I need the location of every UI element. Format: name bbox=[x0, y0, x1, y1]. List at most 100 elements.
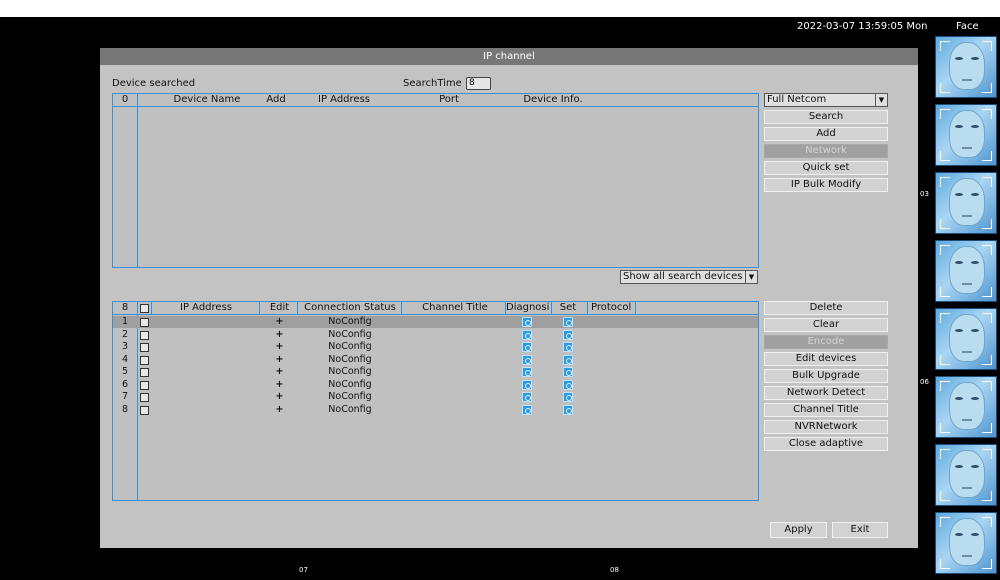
face-frame-corner bbox=[982, 109, 992, 119]
edit-plus-icon[interactable]: + bbox=[263, 341, 296, 353]
settings-icon[interactable] bbox=[563, 379, 573, 390]
table-row[interactable]: 5 + NoConfig bbox=[113, 366, 758, 378]
channel-clear-button[interactable]: Clear bbox=[764, 318, 888, 332]
search-network-button[interactable]: Network bbox=[764, 144, 888, 158]
face-mouth bbox=[962, 419, 972, 421]
face-mouth bbox=[962, 487, 972, 489]
settings-icon[interactable] bbox=[563, 329, 573, 340]
channel-delete-button[interactable]: Delete bbox=[764, 301, 888, 315]
diagnosis-icon[interactable] bbox=[522, 367, 532, 377]
settings-icon[interactable] bbox=[563, 392, 573, 402]
face-image bbox=[949, 518, 985, 566]
connection-status: NoConfig bbox=[328, 341, 372, 352]
settings-icon[interactable] bbox=[563, 404, 573, 415]
face-frame-corner bbox=[940, 151, 950, 161]
face-mouth bbox=[962, 147, 972, 149]
channel-table[interactable]: 8 IP Address Edit Connection Status Chan… bbox=[112, 301, 759, 501]
row-checkbox[interactable] bbox=[140, 380, 149, 390]
channel-number-label: 06 bbox=[920, 378, 929, 386]
search-time-input[interactable]: 8 bbox=[466, 77, 491, 90]
face-eye bbox=[971, 397, 979, 400]
row-checkbox[interactable] bbox=[140, 343, 149, 352]
protocol-select[interactable]: Full Netcom ▼ bbox=[764, 93, 888, 107]
row-checkbox[interactable] bbox=[140, 393, 149, 402]
table-row[interactable]: 7 + NoConfig bbox=[113, 391, 758, 403]
channel-number-label: 07 bbox=[299, 566, 308, 574]
settings-icon[interactable] bbox=[563, 367, 573, 377]
select-all-checkbox[interactable] bbox=[140, 304, 149, 313]
face-eye bbox=[955, 533, 963, 536]
edit-plus-icon[interactable]: + bbox=[263, 404, 296, 416]
face-thumbnail[interactable] bbox=[935, 172, 997, 234]
edit-plus-icon[interactable]: + bbox=[263, 329, 296, 341]
column-divider bbox=[297, 302, 298, 314]
channel-network-detect-button[interactable]: Network Detect bbox=[764, 386, 888, 400]
row-number: 3 bbox=[121, 341, 129, 352]
search-device-table[interactable]: 0 Device Name Add IP Address Port Device… bbox=[112, 93, 759, 268]
diagnosis-icon[interactable] bbox=[522, 354, 532, 365]
exit-button[interactable]: Exit bbox=[832, 522, 888, 538]
row-checkbox[interactable] bbox=[140, 368, 149, 377]
settings-icon[interactable] bbox=[563, 342, 573, 352]
channel-channel-title-button[interactable]: Channel Title bbox=[764, 403, 888, 417]
diagnosis-icon[interactable] bbox=[522, 404, 532, 415]
apply-button[interactable]: Apply bbox=[770, 522, 827, 538]
channel-close-adaptive-button[interactable]: Close adaptive bbox=[764, 437, 888, 451]
channel-encode-button[interactable]: Encode bbox=[764, 335, 888, 349]
row-checkbox[interactable] bbox=[140, 405, 149, 415]
diagnosis-icon[interactable] bbox=[522, 379, 532, 390]
face-thumbnail[interactable] bbox=[935, 36, 997, 98]
face-thumbnail[interactable] bbox=[935, 444, 997, 506]
face-image bbox=[949, 178, 985, 226]
show-devices-select[interactable]: Show all search devices ▼ bbox=[620, 270, 758, 284]
diagnosis-icon[interactable] bbox=[522, 329, 532, 340]
face-thumbnail[interactable] bbox=[935, 376, 997, 438]
search-ip-bulk-modify-button[interactable]: IP Bulk Modify bbox=[764, 178, 888, 192]
dialog-title: IP channel bbox=[100, 48, 918, 65]
face-frame-corner bbox=[982, 245, 992, 255]
face-frame-corner bbox=[940, 559, 950, 569]
diagnosis-icon[interactable] bbox=[522, 342, 532, 352]
face-frame-corner bbox=[940, 423, 950, 433]
face-eye bbox=[955, 193, 963, 196]
edit-plus-icon[interactable]: + bbox=[263, 354, 296, 366]
row-number: 2 bbox=[121, 328, 129, 340]
table-row[interactable]: 4 + NoConfig bbox=[113, 354, 758, 366]
row-checkbox[interactable] bbox=[140, 318, 149, 327]
face-frame-corner bbox=[982, 449, 992, 459]
column-divider bbox=[137, 94, 138, 267]
face-thumbnail[interactable] bbox=[935, 240, 997, 302]
diagnosis-icon[interactable] bbox=[522, 392, 532, 402]
chevron-down-icon: ▼ bbox=[745, 271, 757, 283]
row-number: 5 bbox=[121, 366, 129, 377]
table-row[interactable]: 3 + NoConfig bbox=[113, 341, 758, 353]
edit-plus-icon[interactable]: + bbox=[263, 316, 296, 328]
row-number: 6 bbox=[121, 378, 129, 390]
row-checkbox[interactable] bbox=[140, 330, 149, 340]
face-eye bbox=[971, 193, 979, 196]
header-set: Set bbox=[559, 302, 577, 313]
edit-plus-icon[interactable]: + bbox=[263, 391, 296, 403]
table-row[interactable]: 1 + NoConfig bbox=[113, 316, 758, 328]
face-thumbnail[interactable] bbox=[935, 512, 997, 574]
face-thumbnail[interactable] bbox=[935, 308, 997, 370]
search-search-button[interactable]: Search bbox=[764, 110, 888, 124]
search-add-button[interactable]: Add bbox=[764, 127, 888, 141]
table-row[interactable]: 6 + NoConfig bbox=[113, 379, 758, 391]
edit-plus-icon[interactable]: + bbox=[263, 379, 296, 391]
face-frame-corner bbox=[982, 517, 992, 527]
table-row[interactable]: 8 + NoConfig bbox=[113, 404, 758, 416]
diagnosis-icon[interactable] bbox=[522, 317, 532, 327]
channel-nvrnetwork-button[interactable]: NVRNetwork bbox=[764, 420, 888, 434]
face-thumbnail[interactable] bbox=[935, 104, 997, 166]
edit-plus-icon[interactable]: + bbox=[263, 366, 296, 378]
settings-icon[interactable] bbox=[563, 354, 573, 365]
search-quick-set-button[interactable]: Quick set bbox=[764, 161, 888, 175]
channel-edit-devices-button[interactable]: Edit devices bbox=[764, 352, 888, 366]
table-row[interactable]: 2 + NoConfig bbox=[113, 329, 758, 341]
face-frame-corner bbox=[982, 177, 992, 187]
row-checkbox[interactable] bbox=[140, 355, 149, 365]
face-frame-corner bbox=[982, 381, 992, 391]
settings-icon[interactable] bbox=[563, 317, 573, 327]
channel-bulk-upgrade-button[interactable]: Bulk Upgrade bbox=[764, 369, 888, 383]
